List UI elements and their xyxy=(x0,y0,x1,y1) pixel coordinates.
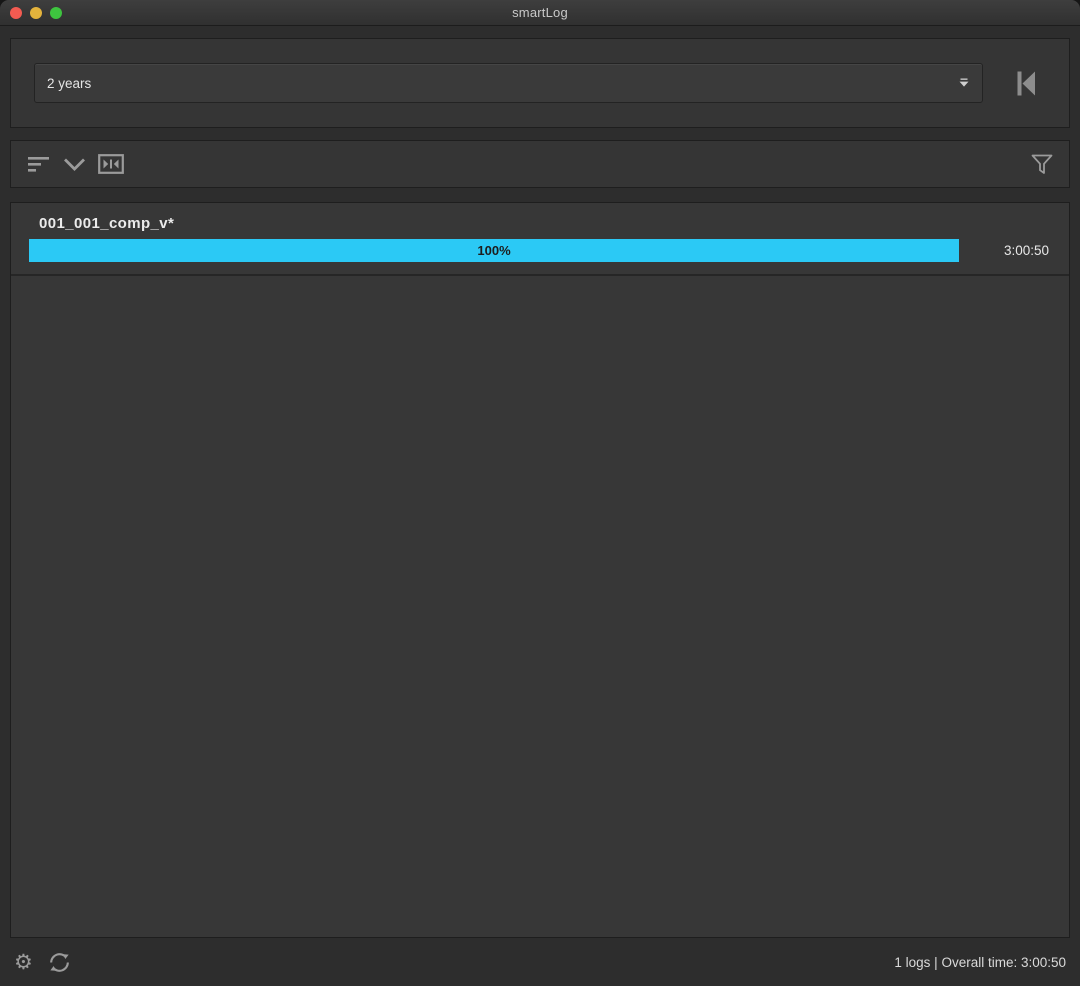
refresh-button[interactable] xyxy=(47,950,72,975)
skip-zone xyxy=(983,70,1069,97)
log-entry-title: 001_001_comp_v* xyxy=(39,215,1049,232)
time-range-select[interactable]: 2 years xyxy=(34,63,983,103)
progress-bar: 100% xyxy=(29,239,959,262)
minimize-button[interactable] xyxy=(30,7,42,19)
filter-button[interactable] xyxy=(1031,154,1053,175)
chevron-down-icon xyxy=(958,78,970,88)
toolbar xyxy=(10,140,1070,188)
sort-button[interactable] xyxy=(27,155,51,173)
window-title: smartLog xyxy=(512,5,568,20)
progress-bar-fill: 100% xyxy=(29,239,959,262)
refresh-icon xyxy=(47,950,72,975)
close-button[interactable] xyxy=(10,7,22,19)
settings-button[interactable]: ⚙ xyxy=(14,952,33,973)
time-range-value: 2 years xyxy=(47,76,958,91)
log-list: 001_001_comp_v* 100% 3:00:50 xyxy=(10,202,1070,938)
smartlog-window: smartLog 2 years xyxy=(0,0,1080,986)
zoom-button[interactable] xyxy=(50,7,62,19)
collapse-button[interactable] xyxy=(98,154,124,174)
titlebar: smartLog xyxy=(0,0,1080,26)
log-entry-row[interactable]: 001_001_comp_v* 100% 3:00:50 xyxy=(11,203,1069,276)
log-entry-time: 3:00:50 xyxy=(973,243,1049,258)
chevron-down-icon xyxy=(63,157,86,172)
collapse-horizontal-icon xyxy=(98,154,124,174)
skip-to-start-button[interactable] xyxy=(1016,70,1037,97)
gear-icon: ⚙ xyxy=(14,952,33,973)
time-range-panel: 2 years xyxy=(10,38,1070,128)
skip-to-start-icon xyxy=(1016,70,1037,97)
status-bar: ⚙ 1 logs | Overall time: 3:00:50 xyxy=(0,938,1080,986)
expand-button[interactable] xyxy=(63,157,86,172)
progress-percent-label: 100% xyxy=(477,243,510,258)
status-summary: 1 logs | Overall time: 3:00:50 xyxy=(894,955,1066,970)
filter-funnel-icon xyxy=(1031,154,1053,175)
sort-lines-icon xyxy=(27,155,51,173)
traffic-lights xyxy=(10,0,62,26)
log-entry-progress-line: 100% 3:00:50 xyxy=(29,239,1049,262)
